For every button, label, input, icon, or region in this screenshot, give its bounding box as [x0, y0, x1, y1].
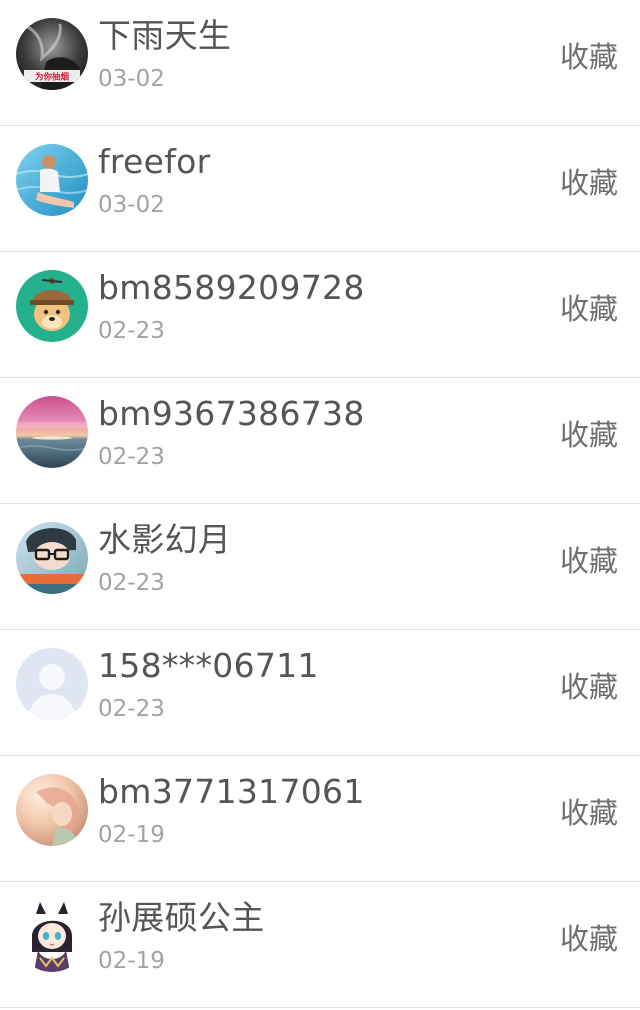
contact-name: 孙展硕公主 — [98, 898, 265, 937]
list-item[interactable]: 158***06711 02-23 收藏 — [0, 630, 640, 756]
contact-name: 水影幻月 — [98, 520, 232, 559]
list-item[interactable]: bm8589209728 02-23 收藏 — [0, 252, 640, 378]
soft-illustration-avatar[interactable] — [16, 774, 88, 846]
contact-date: 03-02 — [98, 66, 165, 92]
favorite-button[interactable]: 收藏 — [560, 920, 618, 958]
favorite-button[interactable]: 收藏 — [560, 164, 618, 202]
favorite-button[interactable]: 收藏 — [560, 542, 618, 580]
glasses-boy-avatar[interactable] — [16, 522, 88, 594]
sunset-sea-avatar[interactable] — [16, 396, 88, 468]
contact-name: 158***06711 — [98, 646, 319, 685]
contact-name: bm8589209728 — [98, 268, 365, 307]
contact-name: freefor — [98, 142, 211, 181]
pool-photo-avatar[interactable] — [16, 144, 88, 216]
favorite-button[interactable]: 收藏 — [560, 668, 618, 706]
svg-text:为你抽烟: 为你抽烟 — [35, 72, 70, 83]
contact-date: 02-23 — [98, 444, 165, 470]
list-item[interactable]: 孙展硕公主 02-19 收藏 — [0, 882, 640, 1008]
list-item[interactable]: 水影幻月 02-23 收藏 — [0, 504, 640, 630]
list-item[interactable]: freefor 03-02 收藏 — [0, 126, 640, 252]
list-item[interactable]: 为你抽烟 下雨天生 03-02 收藏 — [0, 0, 640, 126]
favorite-button[interactable]: 收藏 — [560, 416, 618, 454]
contact-name: 下雨天生 — [98, 16, 232, 55]
contact-date: 02-23 — [98, 570, 165, 596]
favorite-button[interactable]: 收藏 — [560, 38, 618, 76]
anime-girl-avatar[interactable] — [16, 900, 88, 972]
list-item[interactable]: bm3771317061 02-19 收藏 — [0, 756, 640, 882]
contact-date: 02-19 — [98, 822, 165, 848]
favorite-button[interactable]: 收藏 — [560, 794, 618, 832]
doge-helmet-avatar[interactable] — [16, 270, 88, 342]
favorites-list: 为你抽烟 下雨天生 03-02 收藏 freefor 03-02 收藏 bm85… — [0, 0, 640, 1010]
smoking-portrait-avatar[interactable]: 为你抽烟 — [16, 18, 88, 90]
contact-date: 02-23 — [98, 318, 165, 344]
contact-name: bm9367386738 — [98, 394, 365, 433]
default-user-avatar[interactable] — [16, 648, 88, 720]
list-item[interactable]: bm9367386738 02-23 收藏 — [0, 378, 640, 504]
contact-date: 02-23 — [98, 696, 165, 722]
contact-name: bm3771317061 — [98, 772, 365, 811]
contact-date: 02-19 — [98, 948, 165, 974]
contact-date: 03-02 — [98, 192, 165, 218]
favorite-button[interactable]: 收藏 — [560, 290, 618, 328]
